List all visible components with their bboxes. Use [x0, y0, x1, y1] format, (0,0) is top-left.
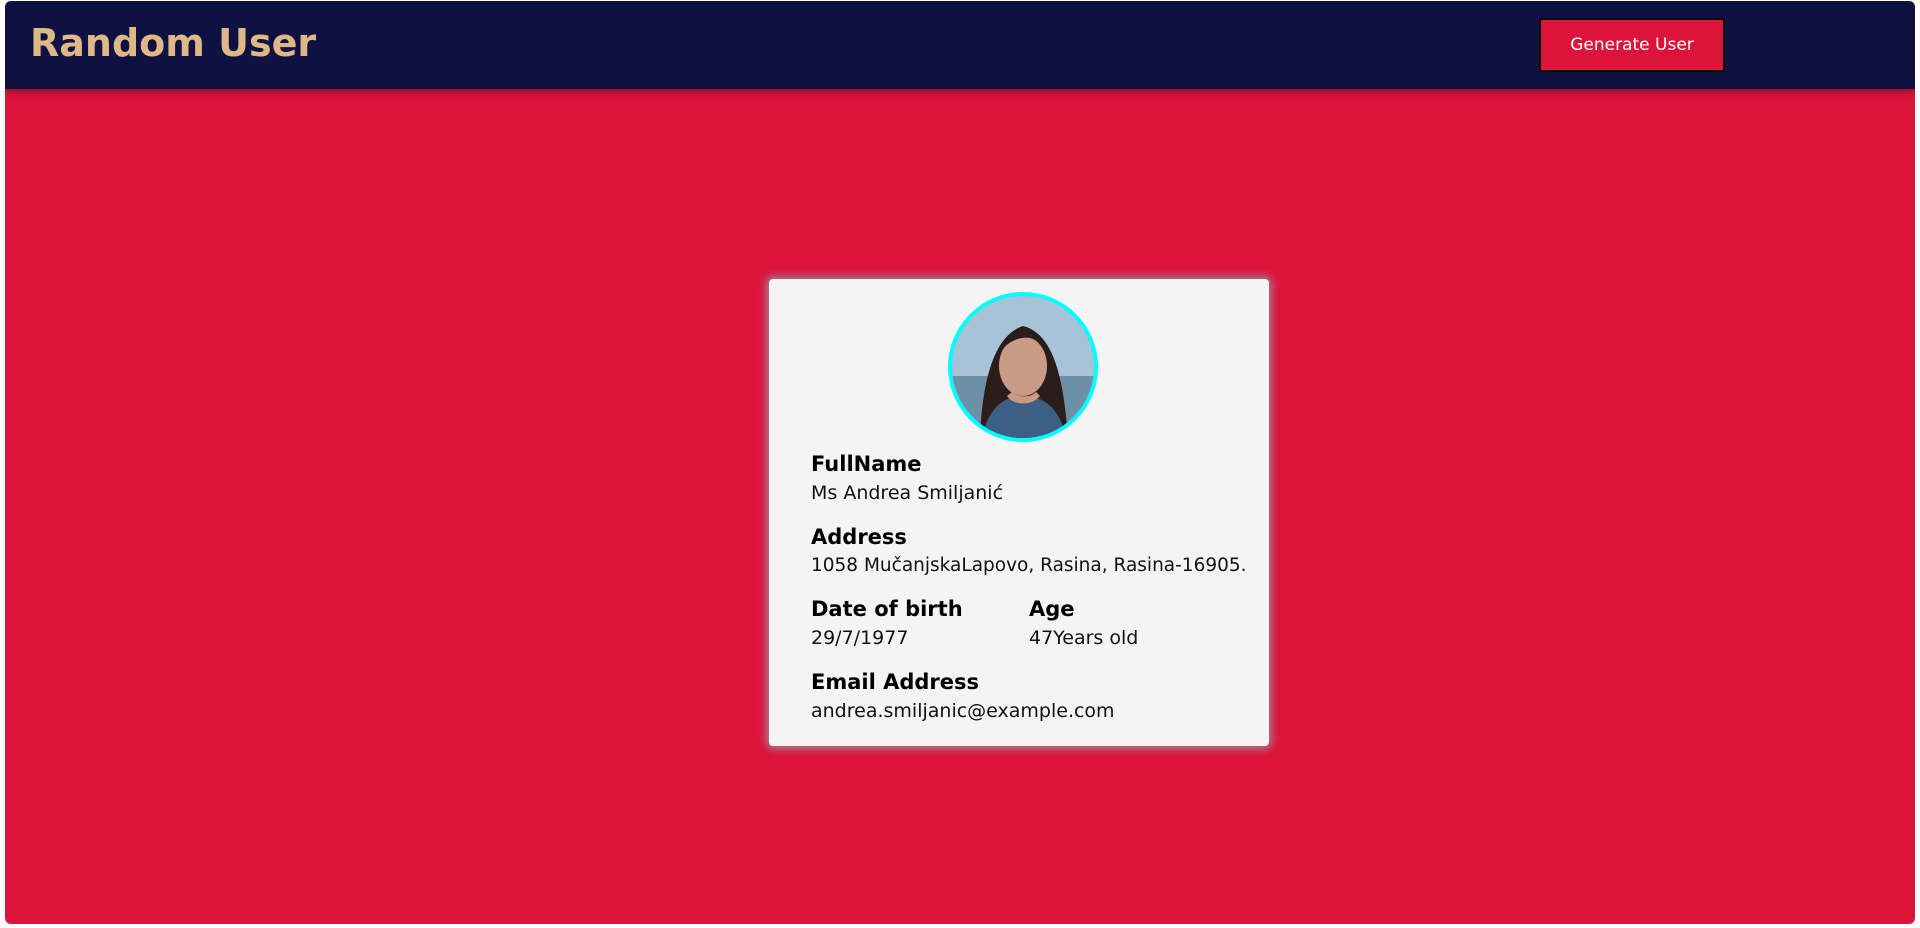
- age-label: Age: [1029, 597, 1075, 621]
- address-value: 1058 MučanjskaLapovo, Rasina, Rasina-169…: [811, 555, 1247, 576]
- email-value: andrea.smiljanic@example.com: [811, 700, 1115, 722]
- address-label: Address: [811, 525, 907, 549]
- fullname-value: Ms Andrea Smiljanić: [811, 482, 1004, 504]
- navbar: Random User Generate User: [5, 1, 1915, 89]
- user-avatar: [948, 292, 1098, 442]
- email-label: Email Address: [811, 670, 980, 694]
- fullname-label: FullName: [811, 452, 922, 476]
- app-frame: Random User Generate User FullName Ms An…: [5, 1, 1915, 924]
- dob-label: Date of birth: [811, 597, 963, 621]
- age-value: 47Years old: [1029, 627, 1139, 649]
- dob-value: 29/7/1977: [811, 627, 909, 649]
- avatar-photo: [952, 296, 1094, 438]
- user-card: FullName Ms Andrea Smiljanić Address 105…: [769, 279, 1269, 746]
- app-title: Random User: [30, 21, 317, 65]
- generate-user-button[interactable]: Generate User: [1539, 18, 1725, 72]
